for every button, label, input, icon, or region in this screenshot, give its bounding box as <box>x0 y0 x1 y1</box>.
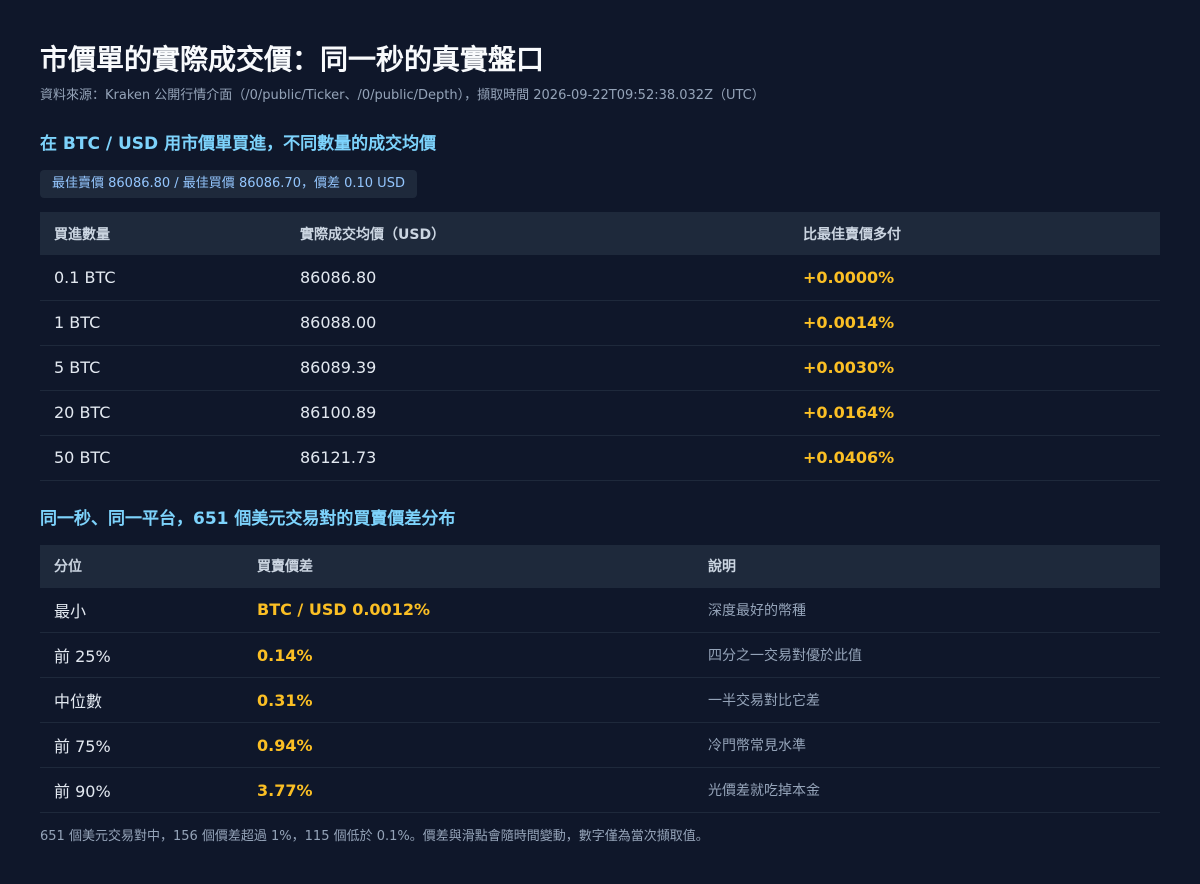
table-row: 20 BTC 86100.89 +0.0164% <box>40 390 1160 436</box>
column-header-percentile: 分位 <box>40 544 243 588</box>
cell-description: 光價差就吃掉本金 <box>694 767 1160 813</box>
cell-spread: 3.77% <box>243 767 694 813</box>
cell-description: 深度最好的幣種 <box>694 587 1160 633</box>
table-row: 50 BTC 86121.73 +0.0406% <box>40 435 1160 481</box>
cell-quantity: 1 BTC <box>40 300 286 346</box>
cell-avg-price: 86088.00 <box>286 300 789 346</box>
cell-quantity: 50 BTC <box>40 435 286 481</box>
page: 市價單的實際成交價：同一秒的真實盤口 資料來源：Kraken 公開行情介面（/0… <box>0 0 1200 847</box>
cell-spread: 0.94% <box>243 722 694 768</box>
cell-extra-paid: +0.0164% <box>789 390 1160 436</box>
table-header-row: 買進數量 實際成交均價（USD） 比最佳賣價多付 <box>40 212 1160 255</box>
cell-avg-price: 86121.73 <box>286 435 789 481</box>
cell-description: 冷門幣常見水準 <box>694 722 1160 768</box>
cell-spread: 0.14% <box>243 632 694 678</box>
column-header-extra-paid: 比最佳賣價多付 <box>789 212 1160 255</box>
cell-spread: 0.31% <box>243 677 694 723</box>
table-row: 5 BTC 86089.39 +0.0030% <box>40 345 1160 391</box>
cell-extra-paid: +0.0030% <box>789 345 1160 391</box>
cell-avg-price: 86100.89 <box>286 390 789 436</box>
column-header-avg-price: 實際成交均價（USD） <box>286 212 789 255</box>
cell-description: 四分之一交易對優於此值 <box>694 632 1160 678</box>
cell-percentile: 前 75% <box>40 722 243 768</box>
table-row: 最小 BTC / USD 0.0012% 深度最好的幣種 <box>40 587 1160 633</box>
cell-avg-price: 86089.39 <box>286 345 789 391</box>
cell-percentile: 最小 <box>40 587 243 633</box>
page-subtitle: 資料來源：Kraken 公開行情介面（/0/public/Ticker、/0/p… <box>40 88 765 103</box>
section-title-spread-distribution: 同一秒、同一平台，651 個美元交易對的買賣價差分布 <box>40 508 456 529</box>
table-row: 1 BTC 86088.00 +0.0014% <box>40 300 1160 346</box>
market-order-table: 買進數量 實際成交均價（USD） 比最佳賣價多付 0.1 BTC 86086.8… <box>40 212 1160 481</box>
cell-quantity: 20 BTC <box>40 390 286 436</box>
cell-extra-paid: +0.0000% <box>789 255 1160 301</box>
table-header-row: 分位 買賣價差 說明 <box>40 544 1160 588</box>
cell-description: 一半交易對比它差 <box>694 677 1160 723</box>
cell-quantity: 5 BTC <box>40 345 286 391</box>
cell-avg-price: 86086.80 <box>286 255 789 301</box>
table-row: 中位數 0.31% 一半交易對比它差 <box>40 677 1160 723</box>
spread-distribution-table: 分位 買賣價差 說明 最小 BTC / USD 0.0012% 深度最好的幣種 … <box>40 544 1160 813</box>
column-header-spread: 買賣價差 <box>243 544 694 588</box>
table-row: 0.1 BTC 86086.80 +0.0000% <box>40 255 1160 301</box>
cell-spread: BTC / USD 0.0012% <box>243 587 694 633</box>
table-row: 前 90% 3.77% 光價差就吃掉本金 <box>40 767 1160 813</box>
cell-percentile: 前 25% <box>40 632 243 678</box>
column-header-description: 說明 <box>694 544 1160 588</box>
cell-extra-paid: +0.0014% <box>789 300 1160 346</box>
section-title-market-order: 在 BTC / USD 用市價單買進，不同數量的成交均價 <box>40 134 437 154</box>
table-row: 前 75% 0.94% 冷門幣常見水準 <box>40 722 1160 768</box>
cell-extra-paid: +0.0406% <box>789 435 1160 481</box>
best-price-badge: 最佳賣價 86086.80 / 最佳買價 86086.70，價差 0.10 US… <box>40 170 417 198</box>
footnote: 651 個美元交易對中，156 個價差超過 1%，115 個低於 0.1%。價差… <box>40 829 709 844</box>
page-title: 市價單的實際成交價：同一秒的真實盤口 <box>40 43 545 76</box>
table-row: 前 25% 0.14% 四分之一交易對優於此值 <box>40 632 1160 678</box>
column-header-quantity: 買進數量 <box>40 212 286 255</box>
cell-percentile: 中位數 <box>40 677 243 723</box>
cell-percentile: 前 90% <box>40 767 243 813</box>
cell-quantity: 0.1 BTC <box>40 255 286 301</box>
